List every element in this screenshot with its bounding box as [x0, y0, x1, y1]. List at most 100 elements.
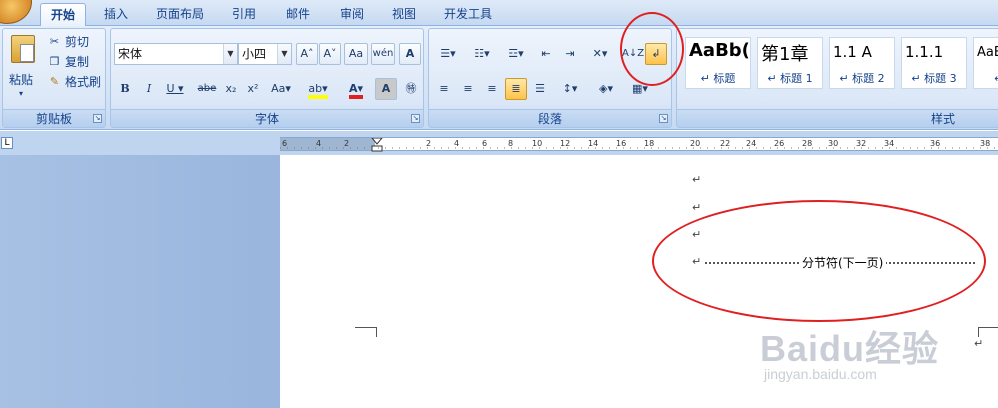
style-sample: 第1章 — [761, 44, 809, 65]
style-name: ↵ 标题 — [700, 72, 736, 85]
style-name: ↵ 标题 1 — [767, 72, 813, 85]
align-right-button[interactable]: ≡ — [481, 78, 503, 100]
subscript-icon: x₂ — [225, 82, 237, 95]
subscript-button[interactable]: x₂ — [221, 78, 241, 100]
tab-view[interactable]: 视图 — [382, 3, 426, 26]
font-group: 宋体 ▼ 小四 ▼ A˄ A˅ Aa wén A B I U ▾ abe x₂ … — [110, 28, 424, 128]
character-shading-button[interactable]: A — [375, 78, 397, 100]
format-painter-button[interactable]: ✎ 格式刷 — [47, 73, 101, 91]
bullet-list-icon: ☰▾ — [440, 47, 456, 60]
italic-button[interactable]: I — [139, 78, 159, 100]
increase-indent-button[interactable]: ⇥ — [559, 43, 581, 65]
paragraph-dialog-launcher-icon[interactable]: ↘ — [659, 114, 668, 123]
shrink-font-button[interactable]: A˅ — [319, 43, 341, 65]
italic-icon: I — [146, 82, 152, 95]
align-left-button[interactable]: ≡ — [433, 78, 455, 100]
tab-references[interactable]: 引用 — [222, 3, 266, 26]
underline-button[interactable]: U ▾ — [163, 78, 187, 100]
style-name: ↵ 标题 2 — [839, 72, 885, 85]
paste-icon — [11, 35, 35, 63]
copy-button[interactable]: ❐ 复制 — [47, 53, 89, 71]
paragraph-mark: ↵ — [974, 337, 984, 350]
font-name-value: 宋体 — [118, 47, 143, 61]
style-sample: AaBb( — [689, 40, 750, 61]
line-spacing-button[interactable]: ↕▾ — [555, 78, 585, 100]
change-case-button[interactable]: Aa▾ — [266, 78, 296, 100]
character-border-button[interactable]: A — [399, 43, 421, 65]
decrease-indent-button[interactable]: ⇤ — [535, 43, 557, 65]
style-heading-3[interactable]: 1.1.1 ↵ 标题 3 — [901, 37, 967, 89]
ribbon: 粘贴 ▾ ✂ 剪切 ❐ 复制 ✎ 格式刷 剪贴板 ↘ 宋体 ▼ 小四 ▼ A˄ … — [0, 26, 998, 130]
clear-format-icon: Aa — [348, 47, 364, 60]
multilevel-list-icon: ☲▾ — [508, 47, 524, 60]
style-name: ↵ 标 — [974, 70, 998, 86]
distributed-button[interactable]: ☰ — [529, 78, 551, 100]
clipboard-group: 粘贴 ▾ ✂ 剪切 ❐ 复制 ✎ 格式刷 剪贴板 ↘ — [2, 28, 106, 128]
tab-developer[interactable]: 开发工具 — [434, 3, 502, 26]
chinese-layout-button[interactable]: ✕▾ — [585, 43, 615, 65]
paragraph-mark: ↵ — [692, 173, 702, 186]
enclose-characters-button[interactable]: ㊕ — [400, 78, 422, 100]
justify-icon: ≣ — [511, 82, 521, 95]
font-color-button[interactable]: A▾ — [339, 78, 373, 100]
superscript-icon: x² — [247, 82, 259, 95]
tab-review[interactable]: 审阅 — [330, 3, 374, 26]
align-center-icon: ≡ — [463, 82, 473, 95]
tab-selector-icon[interactable]: L — [1, 137, 13, 149]
tab-insert[interactable]: 插入 — [94, 3, 138, 26]
tab-home[interactable]: 开始 — [40, 3, 87, 27]
tab-page-layout[interactable]: 页面布局 — [146, 3, 214, 26]
align-right-icon: ≡ — [487, 82, 497, 95]
line-spacing-icon: ↕▾ — [562, 82, 578, 95]
strikethrough-button[interactable]: abe — [195, 78, 219, 100]
font-name-combo[interactable]: 宋体 ▼ — [114, 43, 238, 65]
annotation-circle-toolbar — [620, 12, 684, 86]
office-button[interactable] — [0, 0, 32, 24]
chinese-layout-icon: ✕▾ — [592, 47, 608, 60]
paste-button[interactable]: 粘贴 ▾ — [7, 33, 41, 101]
ruler-ticks — [280, 147, 996, 149]
style-title[interactable]: AaBb( ↵ 标题 — [685, 37, 751, 89]
ribbon-tab-bar: 开始 插入 页面布局 引用 邮件 审阅 视图 开发工具 — [0, 0, 998, 27]
chevron-down-icon[interactable]: ▼ — [277, 44, 291, 64]
bold-button[interactable]: B — [115, 78, 135, 100]
cut-button[interactable]: ✂ 剪切 — [47, 33, 89, 51]
style-sample: 1.1.1 — [905, 43, 944, 61]
numbering-button[interactable]: ☷▾ — [467, 43, 497, 65]
clear-formatting-button[interactable]: Aa — [344, 43, 368, 65]
style-sample: AaBb — [977, 45, 998, 60]
highlight-color-button[interactable]: ab▾ — [301, 78, 335, 100]
superscript-button[interactable]: x² — [243, 78, 263, 100]
margin-corner-mark — [978, 327, 998, 337]
horizontal-ruler[interactable]: 6 4 2 2 4 6 8 10 12 14 16 18 20 22 24 26… — [280, 137, 998, 152]
styles-group-label: 样式 — [677, 109, 998, 127]
grow-font-button[interactable]: A˄ — [296, 43, 318, 65]
clipboard-dialog-launcher-icon[interactable]: ↘ — [93, 114, 102, 123]
strikethrough-icon: abe — [197, 83, 217, 94]
phonetic-guide-icon: wén — [372, 48, 394, 59]
font-dialog-launcher-icon[interactable]: ↘ — [411, 114, 420, 123]
style-more[interactable]: AaBb ↵ 标 — [973, 37, 998, 89]
tab-mailings[interactable]: 邮件 — [276, 3, 320, 26]
font-size-combo[interactable]: 小四 ▼ — [238, 43, 292, 65]
change-case-icon: Aa▾ — [271, 82, 291, 95]
grow-font-icon: A˄ — [300, 47, 314, 60]
paste-dropdown-arrow-icon: ▾ — [19, 89, 24, 98]
watermark-url: jingyan.baidu.com — [764, 366, 877, 382]
shrink-font-icon: A˅ — [323, 47, 337, 60]
distributed-icon: ☰ — [535, 82, 545, 95]
phonetic-guide-button[interactable]: wén — [371, 43, 395, 65]
style-heading-2[interactable]: 1.1 A ↵ 标题 2 — [829, 37, 895, 89]
justify-button[interactable]: ≣ — [505, 78, 527, 100]
bullets-button[interactable]: ☰▾ — [433, 43, 463, 65]
ruler-bar: L 6 4 2 2 4 6 8 10 12 14 16 18 20 22 24 … — [0, 131, 998, 155]
style-heading-1[interactable]: 第1章 ↵ 标题 1 — [757, 37, 823, 89]
font-color-icon: A▾ — [348, 82, 364, 99]
font-group-label: 字体 — [111, 109, 423, 127]
bold-icon: B — [120, 82, 130, 95]
chevron-down-icon[interactable]: ▼ — [223, 44, 237, 64]
multilevel-list-button[interactable]: ☲▾ — [501, 43, 531, 65]
style-sample: 1.1 A — [833, 43, 872, 61]
shading-button[interactable]: ◈▾ — [591, 78, 621, 100]
align-center-button[interactable]: ≡ — [457, 78, 479, 100]
